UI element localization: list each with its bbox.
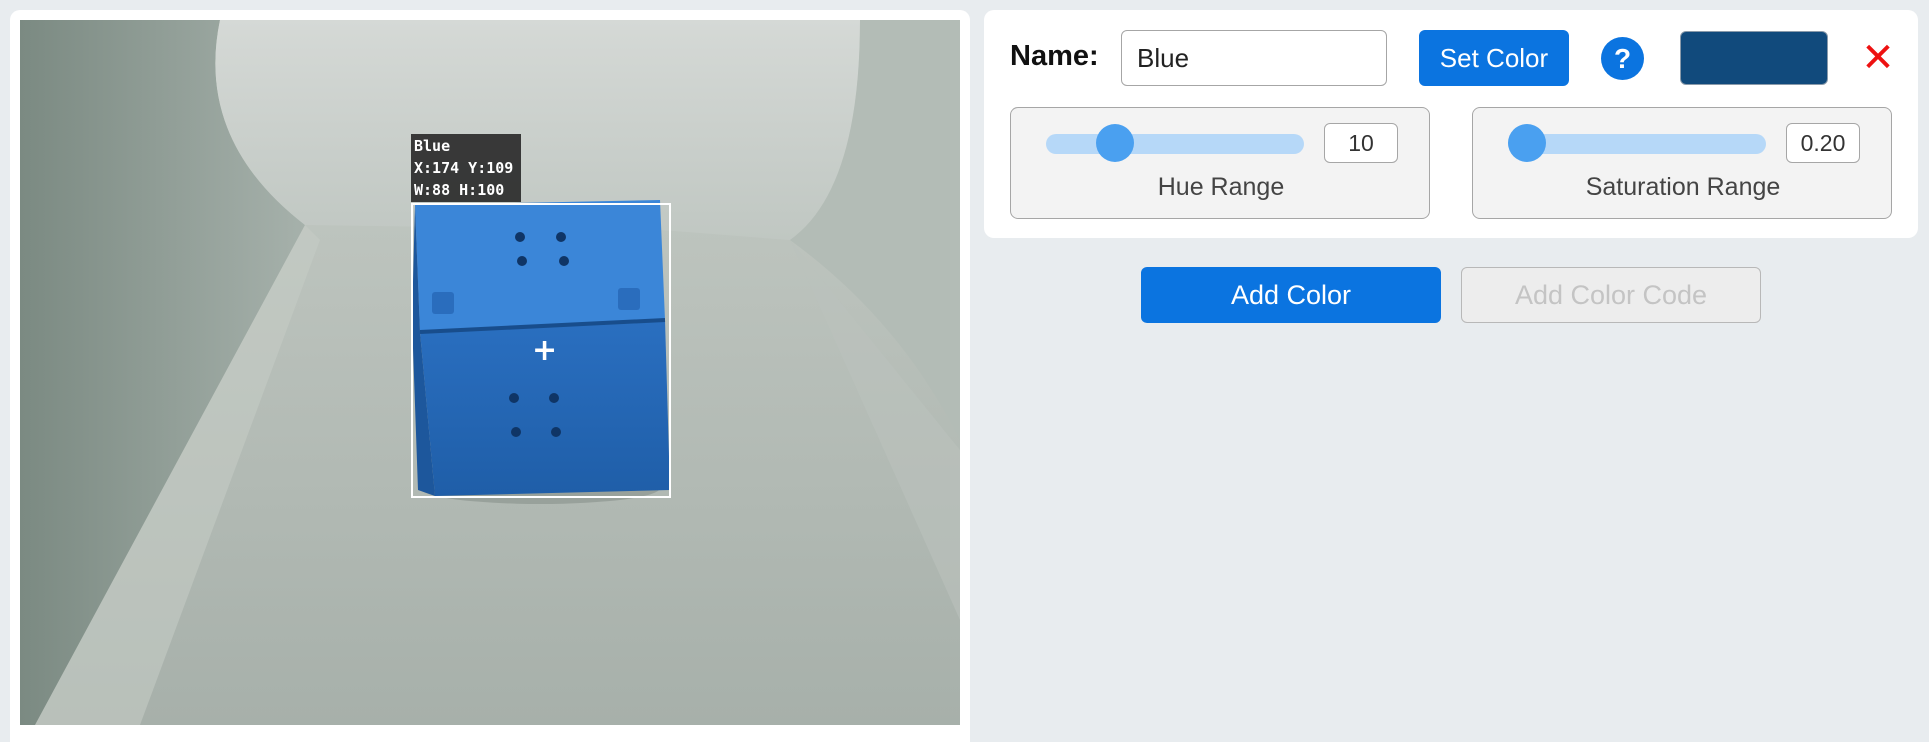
color-settings-card: Name: Set Color ? ✕ 10 Hue Range 0.20 Sa… [984,10,1918,238]
close-icon[interactable]: ✕ [1858,36,1898,80]
color-swatch[interactable] [1680,31,1828,85]
saturation-slider-thumb[interactable] [1508,124,1546,162]
detection-label: Blue X:174 Y:109 W:88 H:100 [411,134,521,202]
crosshair-icon: + [532,333,558,368]
name-label: Name: [1010,40,1099,72]
detection-label-size: W:88 H:100 [414,181,505,199]
detection-label-position: X:174 Y:109 [414,159,514,177]
detection-label-name: Blue [414,137,451,155]
saturation-slider-track[interactable] [1508,134,1766,154]
saturation-range-label: Saturation Range [1585,173,1781,201]
hue-range-value[interactable]: 10 [1324,123,1398,163]
set-color-button[interactable]: Set Color [1419,30,1569,86]
saturation-range-panel: 0.20 Saturation Range [1472,107,1892,219]
saturation-range-value[interactable]: 0.20 [1786,123,1860,163]
help-icon[interactable]: ? [1601,37,1644,80]
add-color-code-button[interactable]: Add Color Code [1461,267,1761,323]
hue-range-panel: 10 Hue Range [1010,107,1430,219]
hue-slider-track[interactable] [1046,134,1304,154]
hue-slider-thumb[interactable] [1096,124,1134,162]
camera-panel: Blue X:174 Y:109 W:88 H:100 + [10,10,970,742]
camera-feed[interactable]: Blue X:174 Y:109 W:88 H:100 + [20,20,960,725]
color-name-input[interactable] [1121,30,1387,86]
hue-range-label: Hue Range [1157,173,1285,201]
add-color-button[interactable]: Add Color [1141,267,1441,323]
app-root: Blue X:174 Y:109 W:88 H:100 + Name: Set … [0,0,1929,742]
